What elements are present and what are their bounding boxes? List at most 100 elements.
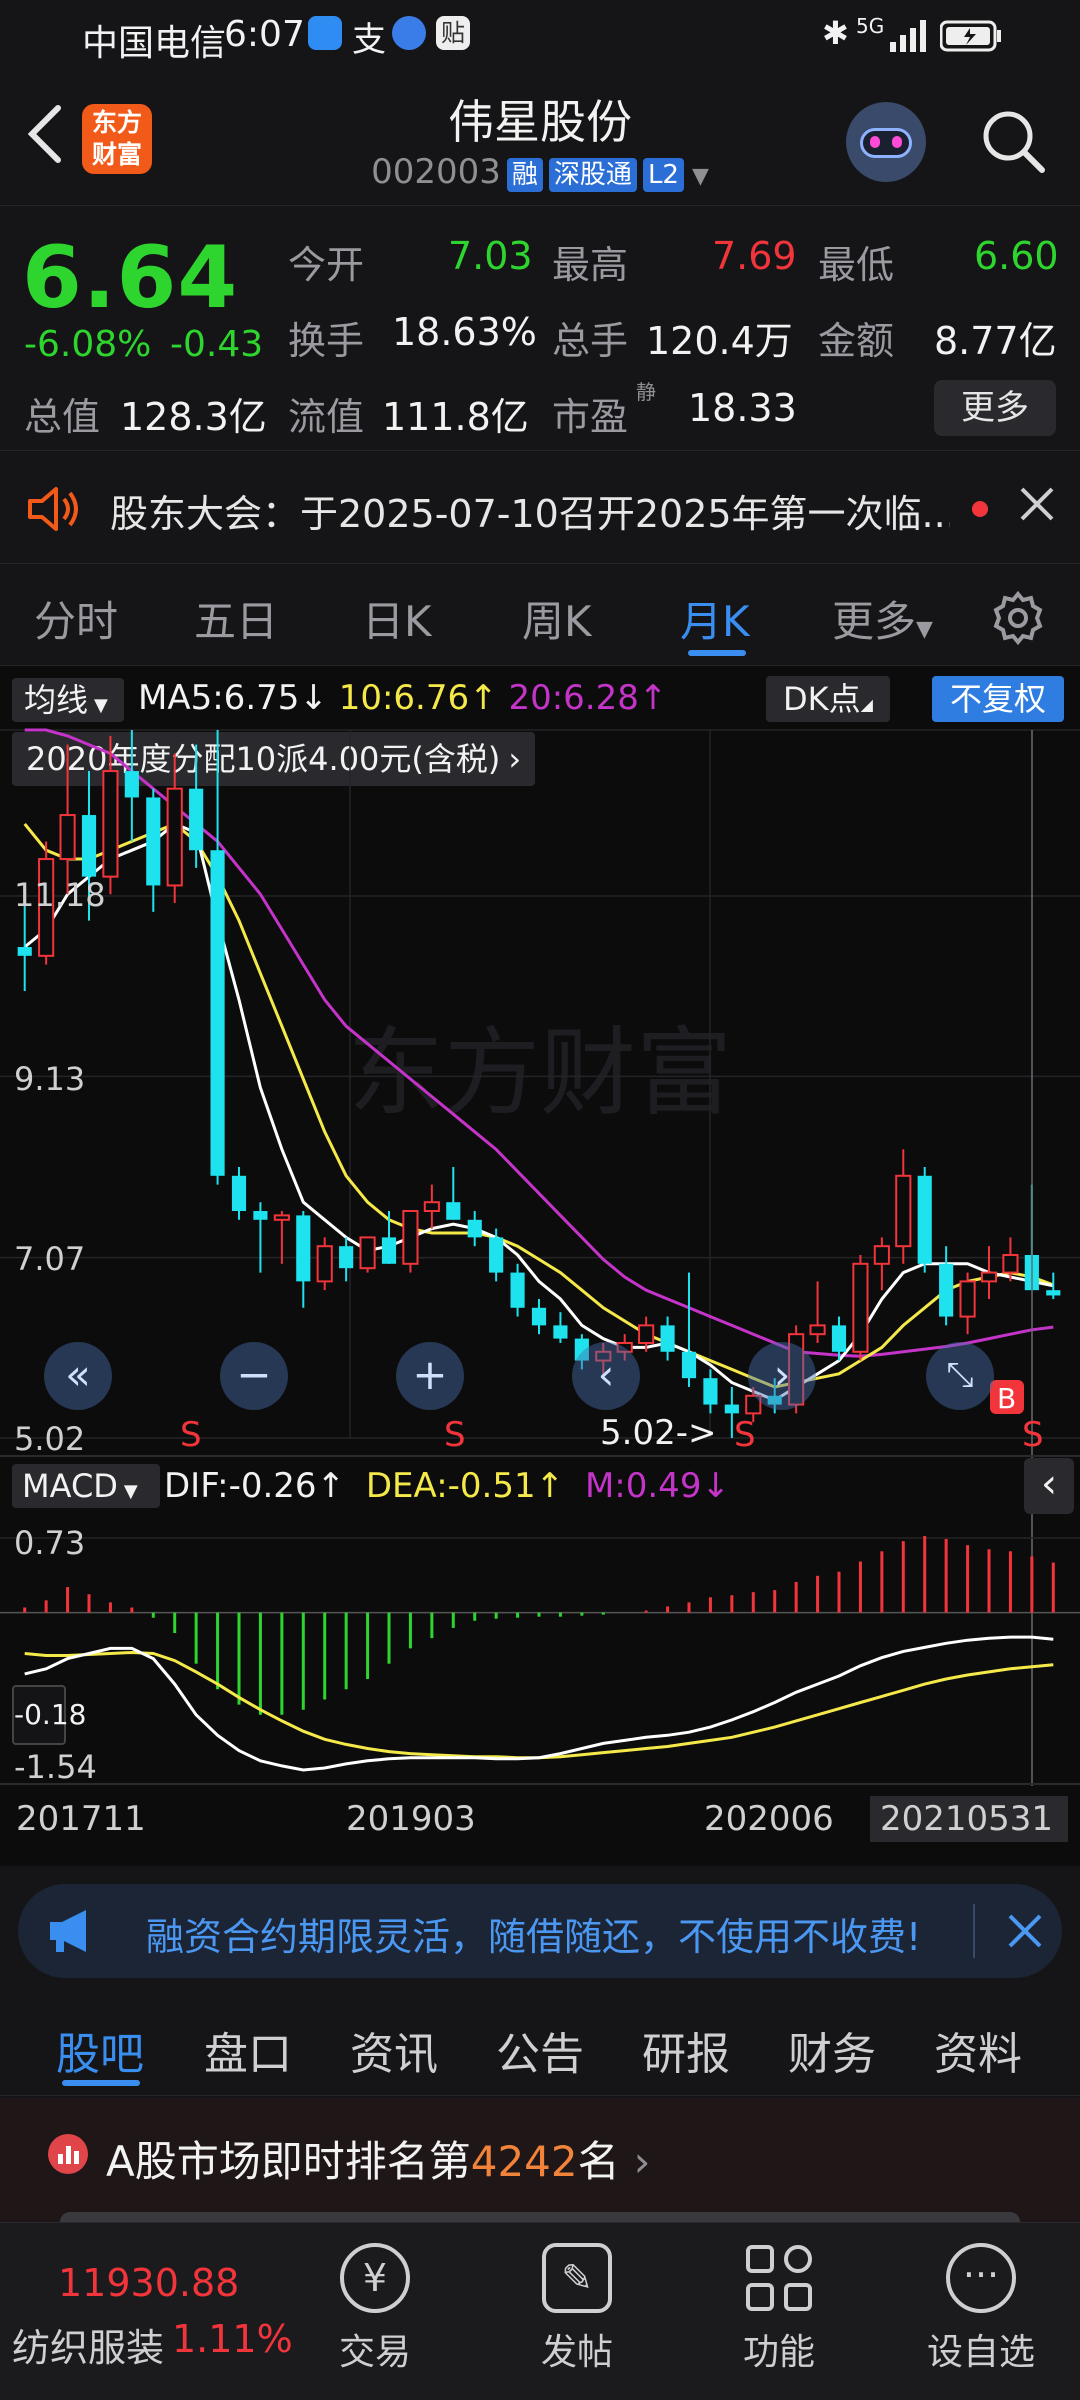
step-right-icon[interactable]: › [748,1342,816,1410]
search-icon[interactable] [980,108,1046,178]
industry-pct[interactable]: 1.11% [172,2317,293,2361]
candle-body [939,1263,954,1317]
margin-badge: 融 [506,158,543,192]
stock-header: 东方 财富 伟星股份 002003 融深股通 L2 ▼ [0,72,1080,206]
pe-value: 18.33 [688,386,797,430]
industry-index-value[interactable]: 11930.88 [58,2261,239,2305]
zoom-in-icon[interactable]: + [396,1342,464,1410]
amount-value: 8.77亿 [934,319,1057,363]
pe-label: 市盈 [552,395,629,439]
candle-body [489,1237,504,1273]
more-quote-button[interactable]: 更多 [934,380,1056,436]
open-label: 今开 [288,243,365,287]
connect-badge: 深股通 [548,158,637,192]
robot-assistant-icon[interactable] [846,102,926,182]
settings-gear-icon[interactable] [990,590,1046,650]
sell-signal-1: S [180,1415,202,1455]
close-notice-icon[interactable] [1018,485,1056,527]
active-tab-indicator [688,650,746,656]
content-tab-indicator [62,2080,140,2086]
candle-body [531,1307,547,1326]
candle-body [980,1271,998,1283]
macd-caret-icon: ▼ [123,1481,138,1502]
tab-more[interactable]: 更多▼ [832,588,933,649]
float-label: 流值 [288,395,365,439]
tab-research[interactable]: 研报 [642,2018,730,2082]
nav-trade[interactable]: ¥ 交易 [305,2243,445,2375]
speaker-icon [26,485,82,537]
level2-badge: L2 [642,158,684,192]
turnover-label: 换手 [288,319,365,363]
last-price: 6.64 [22,228,239,328]
dif-polyline [24,1635,1054,1772]
date-crosshair: 20210531 [880,1799,1053,1839]
dea-value: DEA:-0.51 [365,1466,536,1506]
tab-orderbook[interactable]: 盘口 [204,2018,292,2082]
buy-signal: B [997,1382,1016,1415]
ranking-row[interactable]: A股市场即时排名第4242名 › [0,2098,1080,2222]
tab-news[interactable]: 资讯 [350,2018,438,2082]
bluetooth-icon: ✱ [822,14,849,52]
notice-bar[interactable]: 股东大会：于2025-07-10召开2025年第一次临... [0,450,1080,564]
candle-body [59,814,76,861]
alipay-icon: 支 [352,20,386,60]
price-change-pct: -6.08% [24,324,152,365]
candle-body [81,815,97,877]
bottom-nav: 11930.88 纺织服装 1.11% ¥ 交易 ✎ 发帖 功能 ··· 设自选 [0,2222,1080,2400]
nav-functions[interactable]: 功能 [709,2243,849,2375]
candle-body [467,1219,482,1238]
candle-body [423,1201,440,1212]
status-bar: 中国电信 6:07 支 贴 ✱ 5G [0,0,1080,72]
candle-body [402,1209,419,1265]
kline-chart[interactable]: 均线 ▼ MA5:6.75↓ 10:6.76↑ 20:6.28↑ DK点◢ 不复权… [0,666,1080,1866]
scroll-left-icon[interactable]: « [44,1342,112,1410]
dif-arrow: ↑ [316,1466,346,1506]
promo-banner[interactable]: 融资合约期限灵活，随借随还，不使用不收费! [18,1884,1062,1978]
dif-value: DIF:-0.26 [164,1466,317,1506]
collapse-panel-icon[interactable]: ‹ [1024,1458,1074,1514]
date-201903: 201903 [346,1799,476,1839]
fullscreen-icon[interactable]: ⤡ [926,1342,994,1410]
tick-9-13: 9.13 [14,1060,85,1098]
tab-profile[interactable]: 资料 [934,2018,1022,2082]
step-left-icon[interactable]: ‹ [572,1342,640,1410]
signal-icon [890,20,926,61]
industry-name[interactable]: 纺织服装 [12,2317,164,2372]
zoom-out-icon[interactable]: − [220,1342,288,1410]
candle-body [831,1325,847,1352]
mcap-label: 总值 [24,395,101,439]
candle-body [446,1202,461,1220]
candle-body [959,1280,976,1318]
tab-five-day[interactable]: 五日 [194,588,278,649]
indicator-selector[interactable]: MACD ▼ [12,1464,160,1508]
candle-body [1046,1290,1061,1296]
candle-body [17,947,32,956]
candle-body [273,1214,290,1221]
watchlist-dots-icon: ··· [946,2243,1016,2313]
tab-weekly-k[interactable]: 周K [522,588,592,649]
candle-body [724,1404,739,1414]
macd-grid [0,1537,1080,1614]
unread-dot [972,501,988,517]
rank-chevron-icon: › [633,2137,651,2186]
tab-intraday[interactable]: 分时 [34,588,118,649]
tab-financials[interactable]: 财务 [788,2018,876,2082]
tab-daily-k[interactable]: 日K [362,588,432,649]
code-dropdown-icon[interactable]: ▼ [692,164,709,189]
tab-forum[interactable]: 股吧 [56,2018,144,2082]
tab-monthly-k[interactable]: 月K [680,588,750,649]
nav-add-watchlist[interactable]: ··· 设自选 [911,2243,1051,2375]
tick-11-18: 11.18 [14,876,106,914]
close-banner-icon[interactable] [1006,1912,1044,1954]
candle-body [210,850,225,1176]
dea-polyline [24,1650,1054,1760]
tab-announcements[interactable]: 公告 [496,2018,584,2082]
battery-icon [939,20,1002,61]
m-arrow: ↓ [701,1466,730,1506]
dea-arrow: ↑ [535,1466,565,1506]
pe-static-sup: 静 [636,380,656,404]
candle-body [660,1325,675,1352]
candle-body [339,1246,354,1269]
dea-line [24,1650,1054,1760]
nav-post[interactable]: ✎ 发帖 [507,2243,647,2375]
